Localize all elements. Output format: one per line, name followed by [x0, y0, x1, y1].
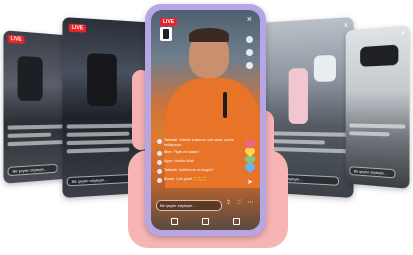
microphone — [223, 92, 227, 118]
product-box — [313, 54, 336, 82]
side-action-bar — [246, 36, 254, 75]
comment-input[interactable]: Bir şeyler söyleyin... — [156, 200, 222, 211]
comment-input-placeholder: Bir şeyler söyleyin... — [160, 203, 196, 208]
comment-line — [66, 147, 129, 154]
close-icon[interactable]: × — [401, 29, 406, 39]
comment-user: Ayşe — [164, 159, 173, 163]
reaction-stream — [245, 140, 255, 174]
comment-item: Mert Fiyatı ne kadar? — [157, 150, 244, 156]
comment-line — [66, 131, 129, 137]
heart-icon — [245, 164, 255, 174]
system-nav-bar — [171, 218, 240, 225]
product-image — [17, 55, 43, 102]
comment-text: Çok güzel 😍😍😍 — [176, 177, 207, 181]
product-image — [288, 67, 308, 125]
comment-user: Takmak — [164, 138, 178, 142]
comment-input-placeholder: Bir şeyler söyleyin... — [71, 177, 108, 185]
comment-line — [349, 131, 390, 137]
comment-line — [349, 123, 406, 129]
recents-icon[interactable] — [233, 218, 240, 225]
comment-line — [7, 132, 52, 138]
comment-line — [7, 124, 67, 130]
live-badge: LIVE — [7, 34, 25, 45]
product-image — [360, 44, 399, 67]
comment-user: Burak — [164, 177, 175, 181]
phone-frame: LIVE × Takmak Ürünün kullanımı çok rahat,… — [145, 4, 266, 236]
avatar — [157, 139, 162, 144]
close-icon[interactable]: × — [247, 15, 252, 24]
share-icon[interactable]: ⇪ — [225, 200, 232, 207]
avatar — [157, 169, 162, 174]
comment-input-placeholder: Bir şeyler söyleyin... — [353, 168, 388, 176]
share-icon[interactable] — [246, 36, 253, 43]
more-icon[interactable]: ⋯ — [247, 200, 254, 207]
back-icon[interactable] — [171, 218, 178, 225]
comment-item: Burak Çok güzel 😍😍😍 — [157, 177, 244, 183]
close-icon[interactable]: × — [343, 20, 348, 30]
comment-input[interactable]: Bir şeyler söyleyin... — [349, 166, 396, 179]
product-image — [87, 53, 117, 107]
live-stream-card-right-far[interactable]: × Bir şeyler söyleyin... — [345, 25, 410, 189]
avatar — [157, 178, 162, 183]
comment-feed: Takmak Ürünün kullanımı çok rahat, yorum … — [157, 138, 244, 186]
comment-item: Takmak Ürünün kullanımı çok rahat, yorum … — [157, 138, 244, 147]
home-icon[interactable] — [202, 218, 209, 225]
input-actions: ⇪ ♡ ⋯ — [225, 200, 254, 207]
avatar — [157, 160, 162, 165]
live-badge: LIVE — [160, 18, 178, 26]
comment-line — [264, 131, 350, 137]
product-thumbnail[interactable] — [160, 27, 172, 41]
comment-text: İndirim var mı bugün? — [179, 168, 214, 172]
comment-user: Mert — [164, 150, 172, 154]
comment-item: Takmak İndirim var mı bugün? — [157, 168, 244, 174]
info-icon[interactable] — [246, 62, 253, 69]
live-stream-screen[interactable]: LIVE × Takmak Ürünün kullanımı çok rahat,… — [151, 10, 260, 230]
send-icon[interactable]: ➤ — [247, 178, 253, 186]
cart-icon[interactable] — [246, 49, 253, 56]
comment-input-placeholder: Bir şeyler söyleyin... — [12, 166, 48, 174]
live-badge: LIVE — [68, 23, 87, 33]
presenter-hair — [189, 28, 229, 42]
comment-user: Takmak — [164, 168, 178, 172]
live-stream-card-left-far[interactable]: LIVE Bir şeyler söyleyin... — [3, 30, 71, 184]
comment-text: Harika ürün! — [174, 159, 195, 163]
avatar — [157, 151, 162, 156]
like-icon[interactable]: ♡ — [236, 200, 243, 207]
comment-line — [7, 139, 67, 147]
comment-input[interactable]: Bir şeyler söyleyin... — [7, 163, 58, 177]
comment-text: Fiyatı ne kadar? — [173, 150, 200, 154]
comment-item: Ayşe Harika ürün! — [157, 159, 244, 165]
promo-scene: LIVE Bir şeyler söyleyin... LIVE × Bir ş… — [0, 0, 413, 255]
